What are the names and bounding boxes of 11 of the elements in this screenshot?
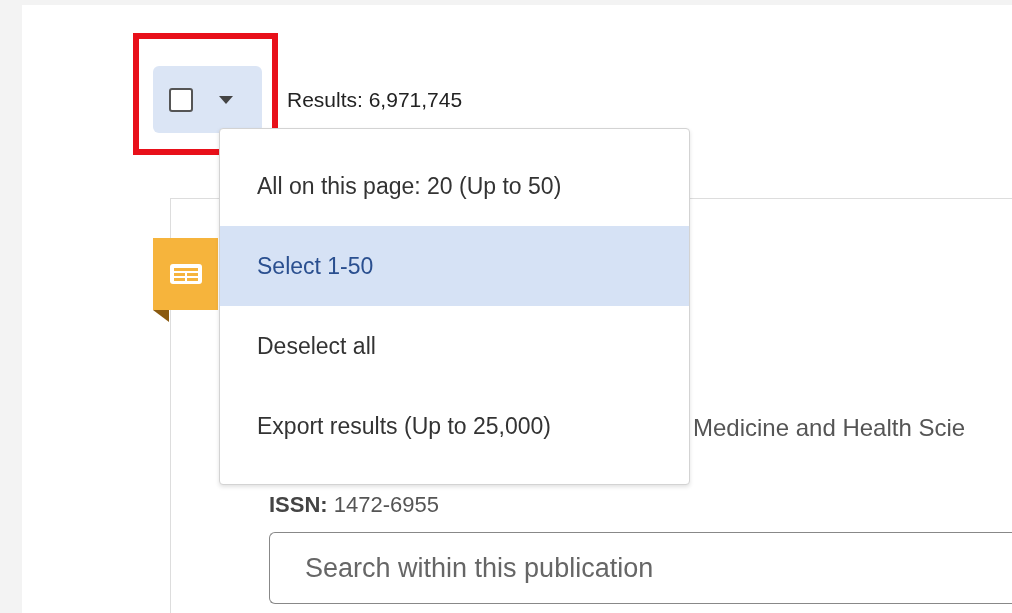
- select-dropdown-button[interactable]: [153, 66, 262, 133]
- menu-item[interactable]: Export results (Up to 25,000): [220, 386, 689, 466]
- menu-item[interactable]: All on this page: 20 (Up to 50): [220, 146, 689, 226]
- caret-icon: [219, 95, 233, 104]
- menu-item[interactable]: Deselect all: [220, 306, 689, 386]
- checkbox[interactable]: [169, 87, 193, 112]
- subject-text: Medicine and Health Scie: [693, 414, 966, 442]
- search-field[interactable]: Search within this publication: [269, 532, 1012, 604]
- issn-text: ISSN: 1472-6955: [269, 492, 440, 518]
- menu-item[interactable]: Select 1-50: [220, 226, 689, 306]
- results-count: Results: 6,971,745: [287, 87, 463, 112]
